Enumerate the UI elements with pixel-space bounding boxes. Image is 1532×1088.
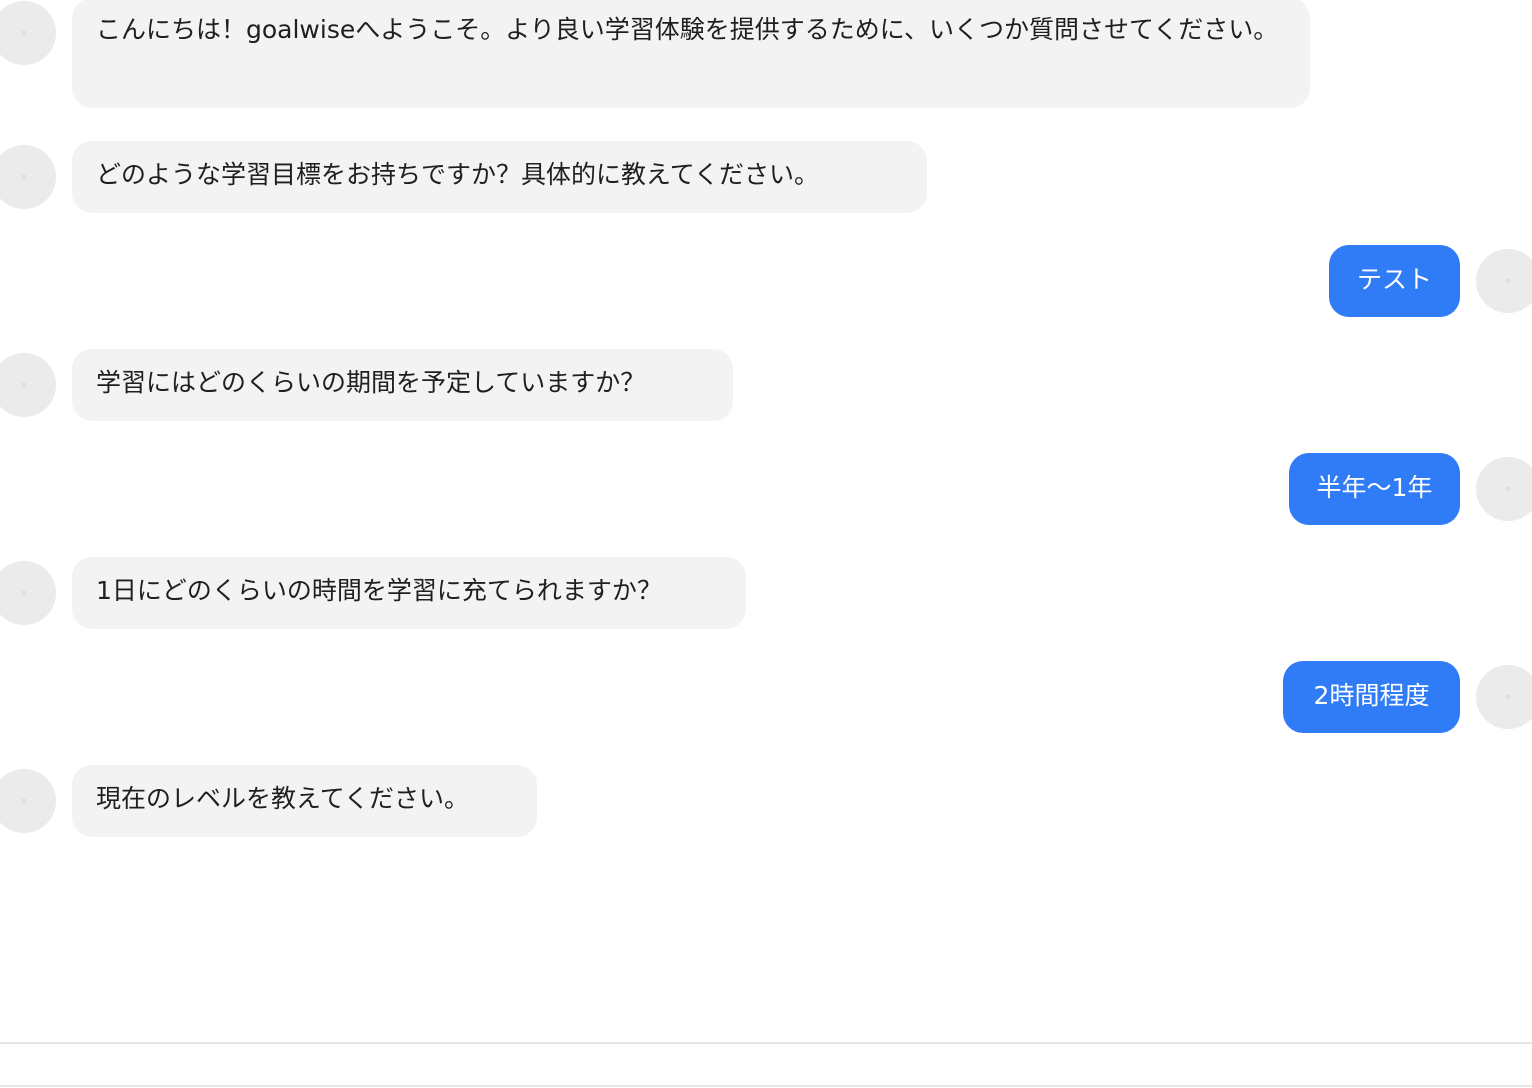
- user-message: 2時間程度: [0, 660, 1532, 733]
- assistant-message: 学習にはどのくらいの期間を予定していますか？: [0, 348, 1532, 421]
- user-message-text: 半年〜1年: [1316, 473, 1433, 502]
- composer-top-divider: [0, 1042, 1532, 1044]
- assistant-message: どのような学習目標をお持ちですか？具体的に教えてください。: [0, 140, 1532, 213]
- avatar-icon: [0, 769, 56, 833]
- avatar-icon: [1476, 457, 1532, 521]
- user-message-text: 2時間程度: [1313, 681, 1430, 710]
- assistant-message-text: こんにちは！goalwiseへようこそ。より良い学習体験を提供するために、いくつ…: [96, 15, 1279, 44]
- assistant-message-text: 現在のレベルを教えてください。: [96, 784, 470, 813]
- avatar-icon: [1476, 249, 1532, 313]
- assistant-message-text: 学習にはどのくらいの期間を予定していますか？: [96, 368, 646, 397]
- assistant-message: こんにちは！goalwiseへようこそ。より良い学習体験を提供するために、いくつ…: [0, 0, 1532, 110]
- user-message: 半年〜1年: [0, 452, 1532, 525]
- assistant-message-bubble: 1日にどのくらいの時間を学習に充てられますか？: [72, 557, 746, 629]
- user-message-bubble: テスト: [1329, 245, 1460, 317]
- user-message-bubble: 2時間程度: [1283, 661, 1460, 733]
- chat-message-list: こんにちは！goalwiseへようこそ。より良い学習体験を提供するために、いくつ…: [0, 0, 1532, 1042]
- assistant-message-bubble: 現在のレベルを教えてください。: [72, 765, 537, 837]
- assistant-message-bubble: 学習にはどのくらいの期間を予定していますか？: [72, 349, 733, 421]
- user-message-text: テスト: [1356, 265, 1432, 294]
- user-message: テスト: [0, 244, 1532, 317]
- user-message-bubble: 半年〜1年: [1289, 453, 1460, 525]
- assistant-message-bubble: どのような学習目標をお持ちですか？具体的に教えてください。: [72, 141, 927, 213]
- composer-bottom-divider: [0, 1085, 1532, 1087]
- avatar-icon: [1476, 665, 1532, 729]
- assistant-message-text: 1日にどのくらいの時間を学習に充てられますか？: [96, 576, 662, 605]
- assistant-message: 現在のレベルを教えてください。: [0, 764, 1532, 837]
- avatar-icon: [0, 561, 56, 625]
- assistant-message-text: どのような学習目標をお持ちですか？具体的に教えてください。: [96, 160, 820, 189]
- avatar-icon: [0, 353, 56, 417]
- assistant-message: 1日にどのくらいの時間を学習に充てられますか？: [0, 556, 1532, 629]
- assistant-message-bubble: こんにちは！goalwiseへようこそ。より良い学習体験を提供するために、いくつ…: [72, 0, 1310, 108]
- avatar-icon: [0, 145, 56, 209]
- avatar-icon: [0, 1, 56, 65]
